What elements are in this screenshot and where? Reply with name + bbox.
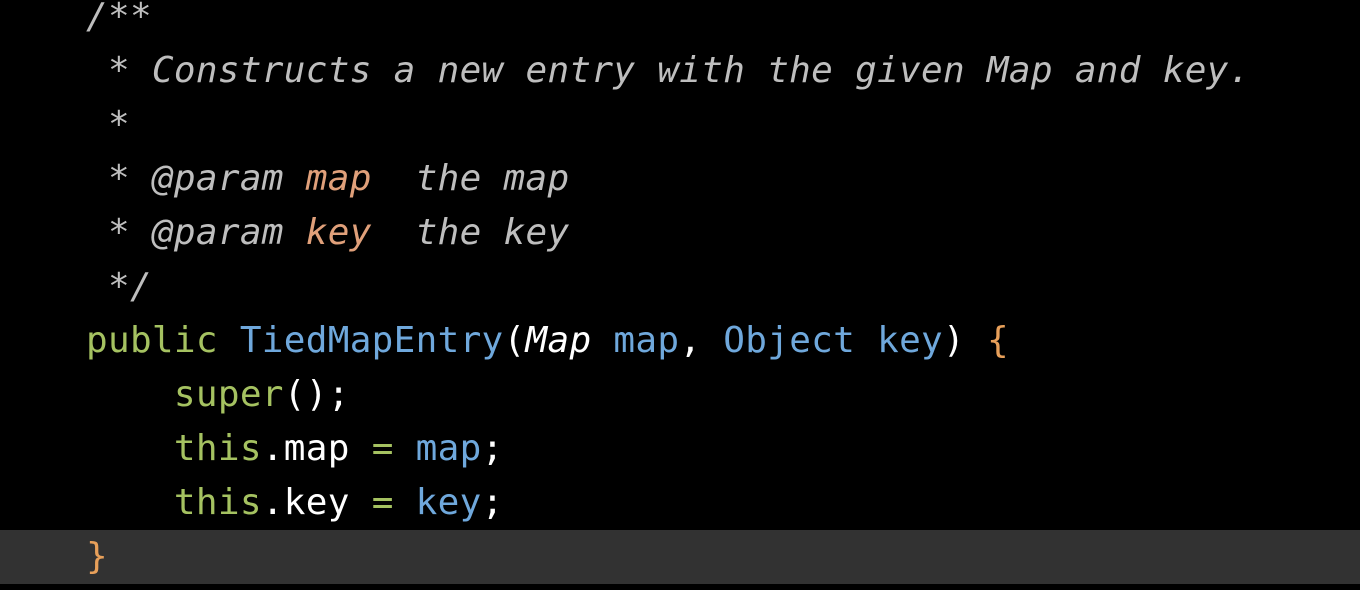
code-token-comment: the map [371, 158, 570, 199]
code-editor[interactable]: /** * Constructs a new entry with the gi… [0, 0, 1360, 590]
code-token-param: map [415, 428, 482, 469]
code-token-ident: .map [261, 428, 372, 469]
code-line-content: this.map = map; [86, 422, 504, 476]
code-line[interactable]: */ [0, 260, 1360, 314]
code-line-content: super(); [86, 368, 350, 422]
code-token-comment: * @param [107, 212, 306, 253]
code-token-comment: * Constructs a new entry with the given … [107, 50, 1251, 91]
code-token-param: key [415, 482, 482, 523]
code-line[interactable]: * @param key the key [0, 206, 1360, 260]
code-token-brace: { [986, 320, 1009, 361]
code-token-comment: */ [107, 266, 152, 307]
code-line-content: * Constructs a new entry with the given … [86, 44, 1251, 98]
code-token-comment: * [107, 104, 130, 145]
code-token-param: key [877, 320, 944, 361]
code-token-type-italic: Map [525, 320, 592, 361]
code-token-punct [394, 428, 416, 469]
code-token-type: Object [723, 320, 856, 361]
code-token-punct: ( [503, 320, 526, 361]
code-token-comment: * @param [107, 158, 306, 199]
code-line[interactable]: this.map = map; [0, 422, 1360, 476]
code-token-func: TiedMapEntry [239, 320, 504, 361]
code-token-param: map [613, 320, 680, 361]
code-token-doc-param: map [305, 158, 372, 199]
code-token-punct: ; [481, 428, 504, 469]
code-token-keyword: this [173, 428, 262, 469]
code-token-punct [394, 482, 416, 523]
code-token-comment: the key [371, 212, 570, 253]
code-line[interactable]: super(); [0, 368, 1360, 422]
code-token-doc-param: key [305, 212, 372, 253]
code-line-content: */ [86, 260, 152, 314]
code-token-keyword: public [86, 320, 218, 361]
code-line-content: } [86, 530, 108, 584]
code-token-punct: , [679, 320, 724, 361]
code-token-op: = [371, 428, 394, 469]
code-token-comment: /** [86, 0, 152, 37]
code-line[interactable]: * Constructs a new entry with the given … [0, 44, 1360, 98]
code-line-content: * [86, 98, 130, 152]
editor-bottom-edge [0, 584, 1360, 590]
code-line[interactable]: this.key = key; [0, 476, 1360, 530]
code-line-current[interactable]: } [0, 530, 1360, 584]
code-line-content: public TiedMapEntry(Map map, Object key)… [86, 314, 1009, 368]
code-line[interactable]: * [0, 98, 1360, 152]
code-line-content: this.key = key; [86, 476, 504, 530]
code-token-punct [855, 320, 877, 361]
code-line-content: * @param map the map [86, 152, 569, 206]
code-token-keyword: this [173, 482, 262, 523]
code-line-content: /** [86, 0, 152, 44]
code-token-punct: (); [283, 374, 350, 415]
code-line-content: * @param key the key [86, 206, 569, 260]
code-token-keyword: super [173, 374, 284, 415]
code-token-punct: ) [943, 320, 987, 361]
code-line[interactable]: /** [0, 0, 1360, 44]
code-line[interactable]: * @param map the map [0, 152, 1360, 206]
code-line[interactable]: public TiedMapEntry(Map map, Object key)… [0, 314, 1360, 368]
code-token-brace: } [86, 536, 108, 577]
code-token-ident: .key [261, 482, 372, 523]
code-token-punct [591, 320, 613, 361]
code-token-op: = [371, 482, 394, 523]
code-token-punct: ; [481, 482, 504, 523]
code-token-punct [218, 320, 240, 361]
